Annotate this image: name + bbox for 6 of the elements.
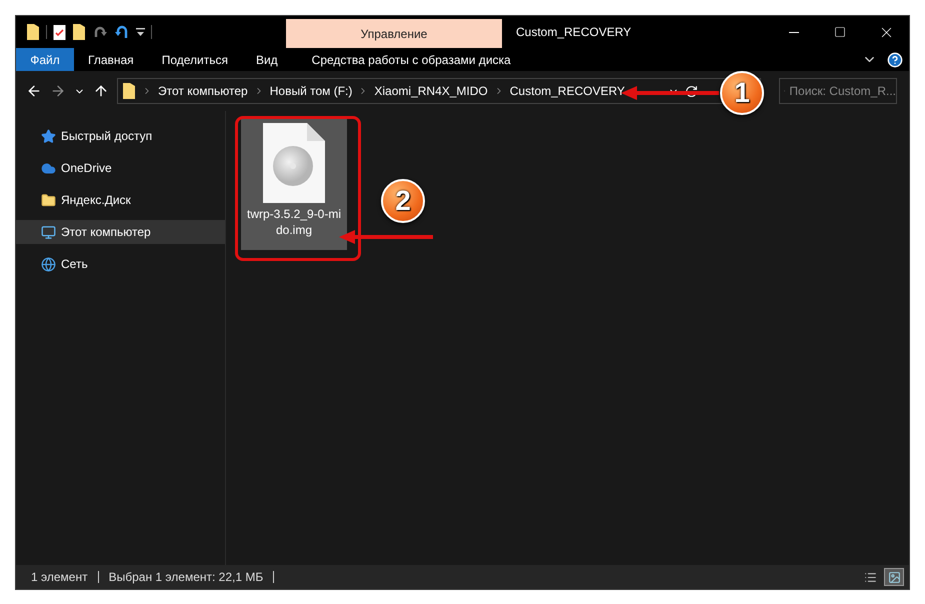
window-title: Custom_RECOVERY <box>516 24 632 41</box>
context-group-header: Управление <box>286 19 502 48</box>
selection-info: Выбран 1 элемент: 22,1 МБ <box>108 569 264 586</box>
number-badge: 2 <box>381 179 425 223</box>
file-name: twrp-3.5.2_9-0-mido.img <box>246 206 342 238</box>
item-count: 1 элемент <box>31 569 88 586</box>
